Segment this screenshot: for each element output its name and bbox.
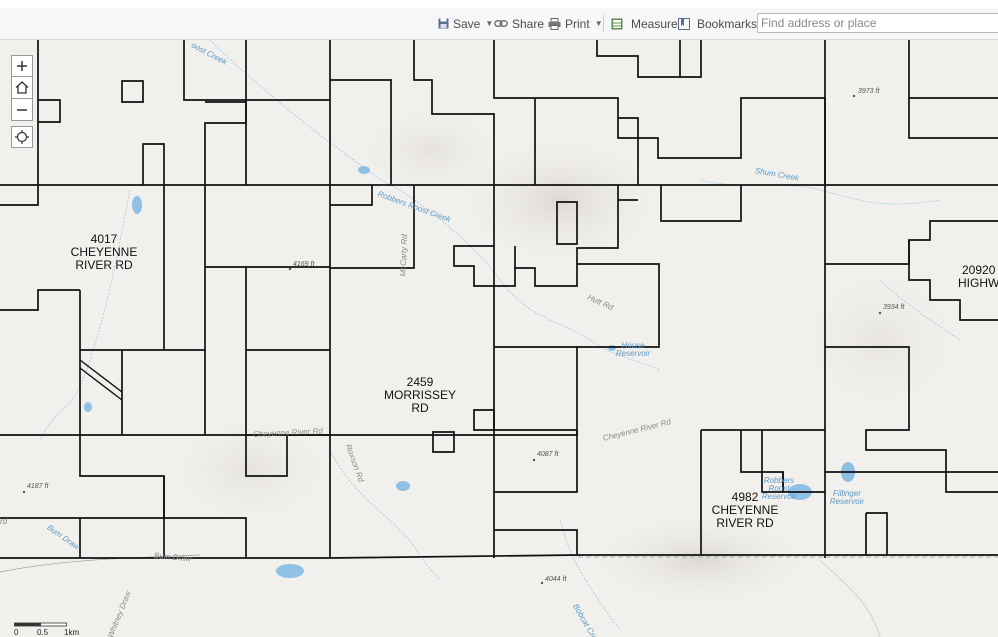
zoom-in-button[interactable] xyxy=(11,55,33,77)
measure-label: Measure xyxy=(631,16,678,31)
bookmarks-button[interactable]: Bookmarks xyxy=(678,8,757,39)
parcel-street: RIVER RD xyxy=(716,516,774,530)
elevation-label: 4187 ft xyxy=(27,483,49,490)
print-label: Print xyxy=(565,16,590,31)
road-label: McCarty Rd xyxy=(398,234,409,277)
scale-label: 0 xyxy=(14,628,19,637)
double-road-segment xyxy=(79,359,123,401)
chevron-down-icon: ▼ xyxy=(594,19,603,28)
elevation-label: 3934 ft xyxy=(883,304,905,311)
link-icon xyxy=(494,20,508,27)
map-toolbar: Save ▼ Share Print ▼ Measure Bookmarks xyxy=(0,8,998,40)
scale-label: 1km xyxy=(64,628,80,637)
parcel-label: 20920 HIGHWA xyxy=(952,264,998,290)
save-icon xyxy=(438,18,449,29)
zoom-out-button[interactable] xyxy=(11,99,33,121)
search-input[interactable] xyxy=(757,13,998,33)
bookmark-icon xyxy=(678,17,690,30)
parcel-street: HIGHWA xyxy=(958,276,998,290)
parcel-label: 2459 MORRISSEY RD xyxy=(380,376,460,415)
map-canvas xyxy=(0,40,998,637)
share-label: Share xyxy=(512,16,545,31)
plus-icon xyxy=(17,61,27,71)
reservoir-label: Fillinger Reservoir xyxy=(824,490,870,506)
measure-button[interactable]: Measure xyxy=(611,8,678,39)
reservoir-name: Reservoir xyxy=(615,349,651,358)
printer-icon xyxy=(548,17,561,30)
chevron-down-icon: ▼ xyxy=(485,19,494,28)
parcel-label: 4017 CHEYENNE RIVER RD xyxy=(64,233,144,272)
elevation-label: 4087 ft xyxy=(537,451,559,458)
road-label: rd xyxy=(0,517,8,526)
reservoir-label: Robbers Roost Reservoir xyxy=(756,477,802,501)
terrain-hillshade xyxy=(160,100,970,610)
parcel-street: RIVER RD xyxy=(75,258,133,272)
share-button[interactable]: Share xyxy=(494,8,544,39)
save-button[interactable]: Save ▼ xyxy=(438,8,493,39)
reservoir-name: Reservoir xyxy=(829,497,865,506)
ruler-icon xyxy=(611,18,623,29)
map-view[interactable]: 4017 CHEYENNE RIVER RD 2459 MORRISSEY RD… xyxy=(0,40,998,637)
parcel-street: RD xyxy=(411,401,429,415)
elevation-label: 4044 ft xyxy=(545,576,567,583)
dashed-boundary xyxy=(0,554,998,637)
home-icon xyxy=(15,81,29,94)
home-button[interactable] xyxy=(11,77,33,99)
toolbar-divider xyxy=(603,15,604,32)
reservoir-label: House Reservoir xyxy=(610,342,656,358)
locate-button[interactable] xyxy=(11,126,33,148)
locate-icon xyxy=(15,130,29,144)
minus-icon xyxy=(17,108,27,111)
elevation-label: 3973 ft xyxy=(858,88,880,95)
elevation-label: 4169 ft xyxy=(293,261,315,268)
top-strip xyxy=(0,0,998,8)
bookmarks-label: Bookmarks xyxy=(697,16,758,31)
reservoir-name: Reservoir xyxy=(761,492,797,501)
print-button[interactable]: Print ▼ xyxy=(548,8,603,39)
scale-label: 0.5 xyxy=(37,628,49,637)
save-label: Save xyxy=(453,16,481,31)
